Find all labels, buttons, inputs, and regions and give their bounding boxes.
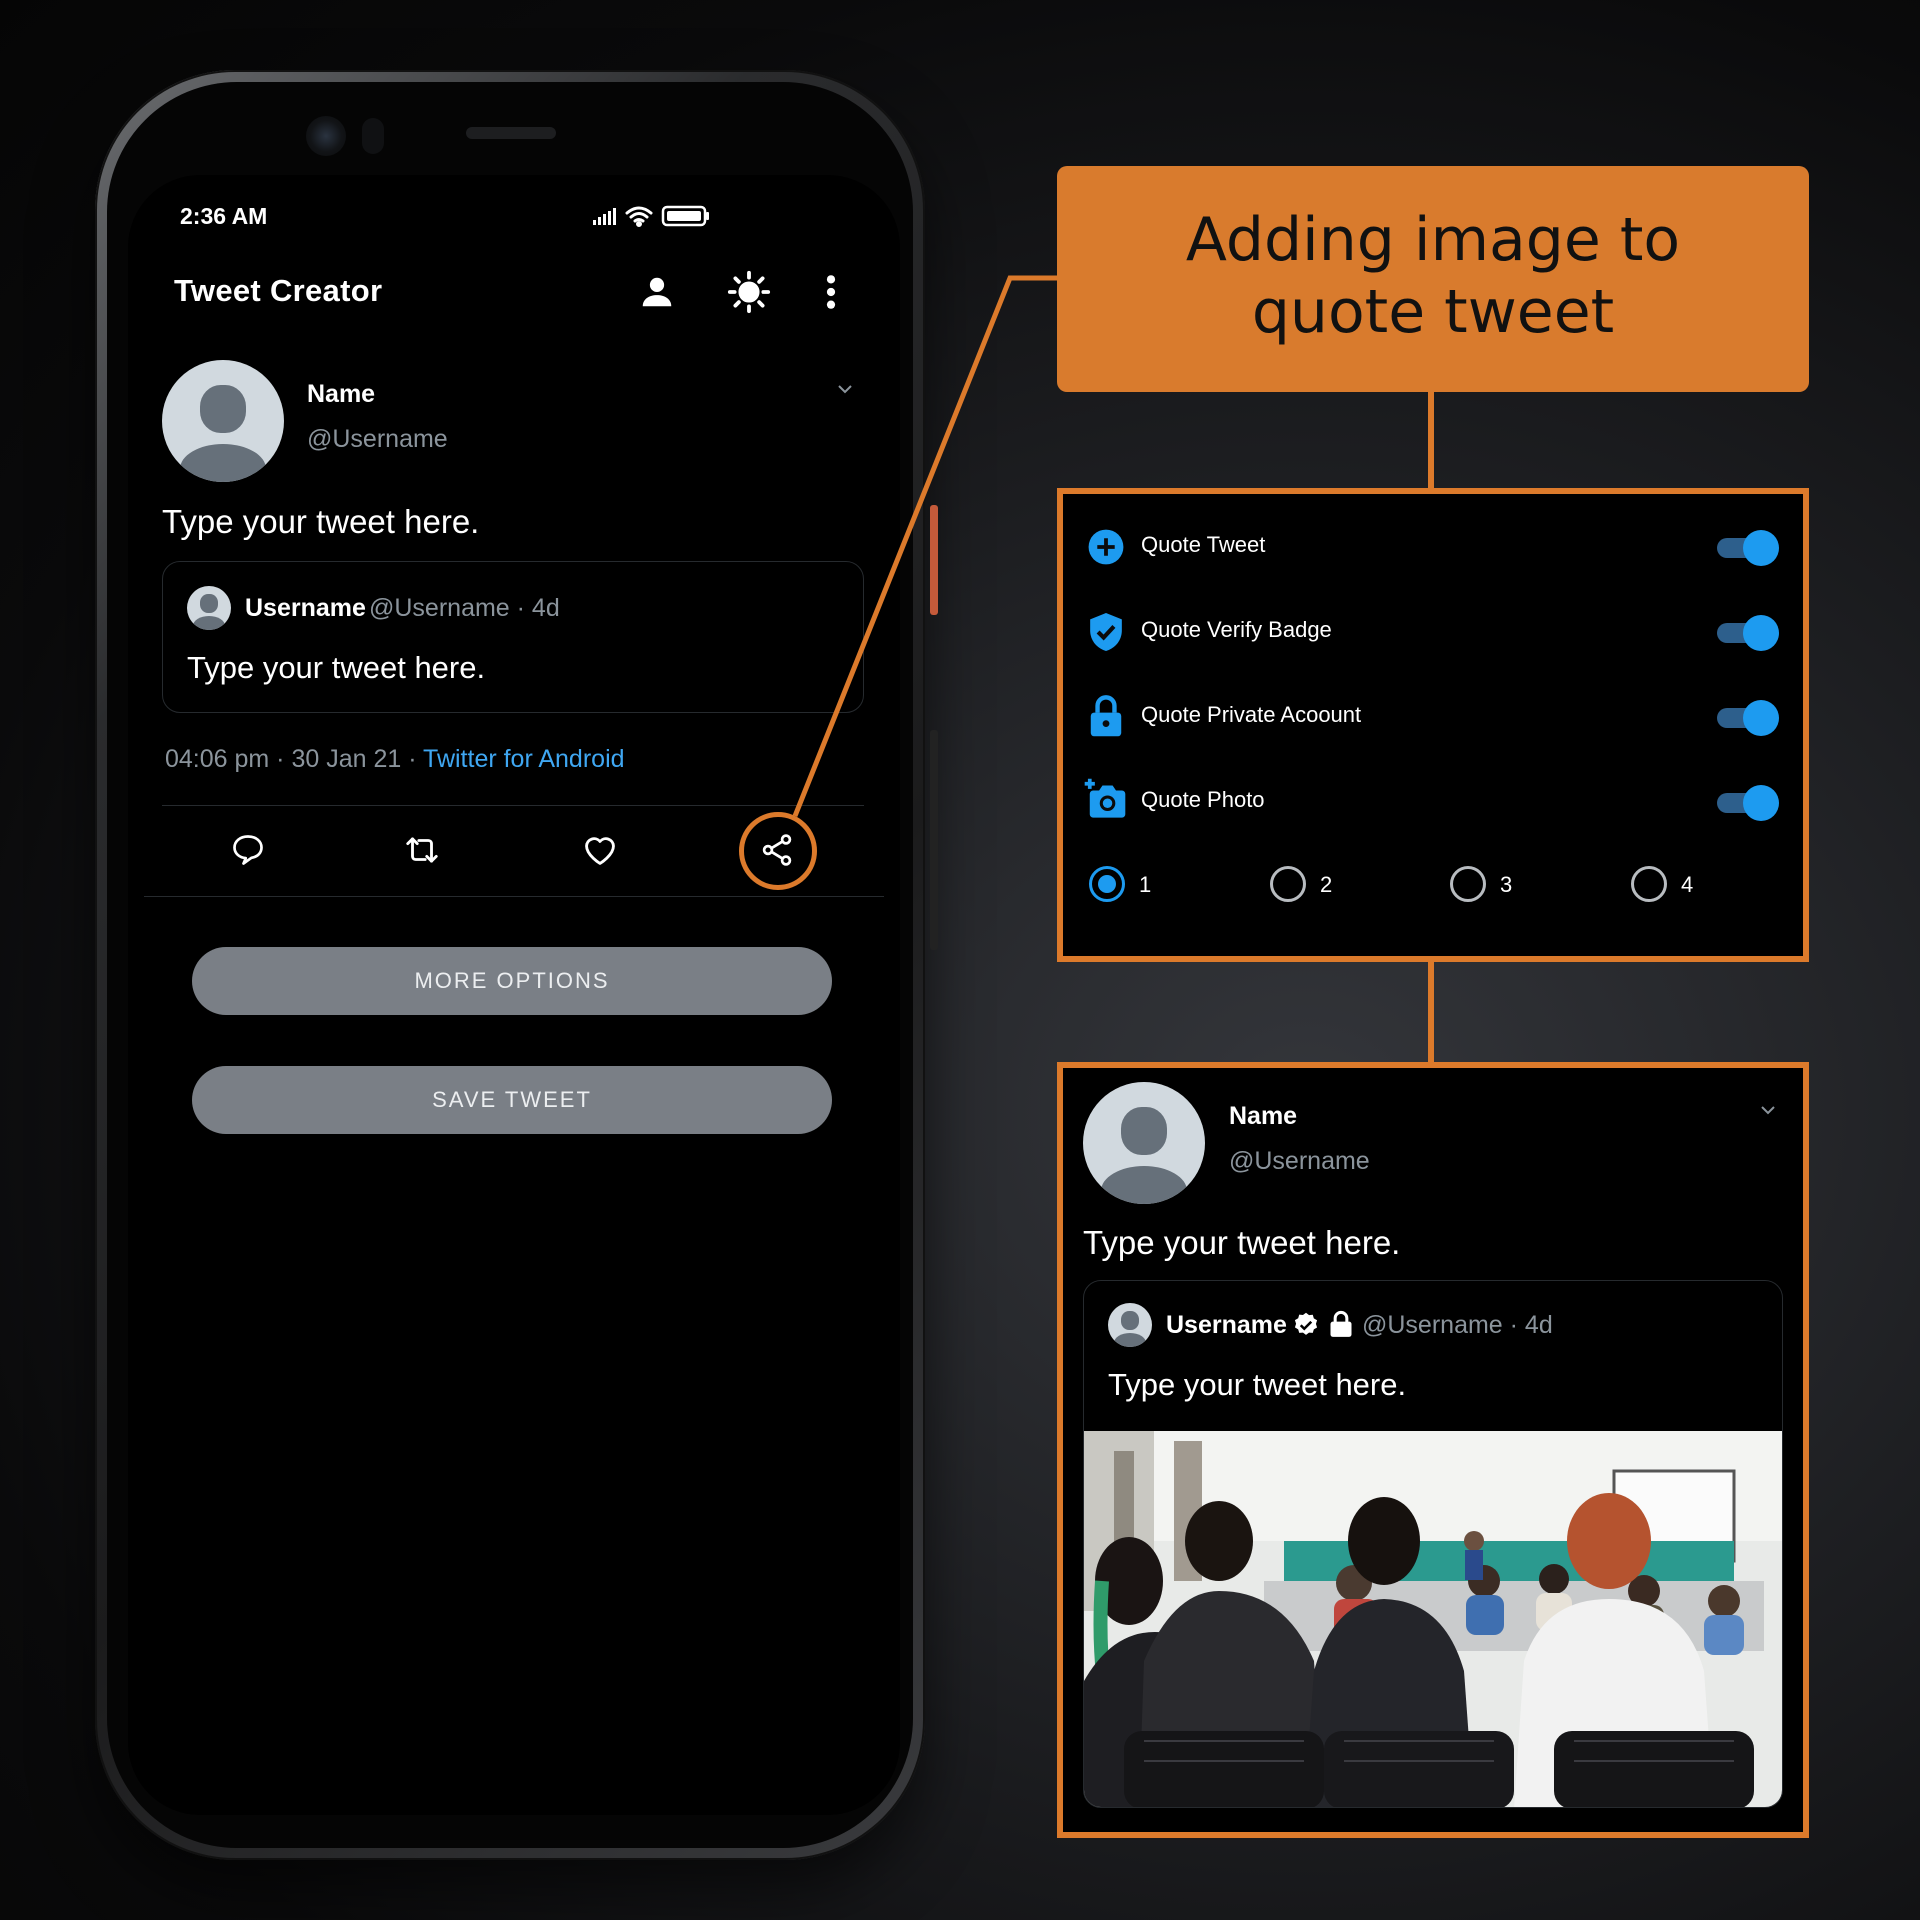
volume-button <box>930 730 938 950</box>
preview-handle: @Username <box>1229 1147 1370 1175</box>
power-button <box>930 505 938 615</box>
save-tweet-button[interactable]: SAVE TWEET <box>192 1066 832 1134</box>
reply-icon[interactable] <box>230 832 266 868</box>
photo-count-radio-3[interactable] <box>1450 866 1486 902</box>
quote-username: Username <box>1166 1311 1287 1339</box>
app-title: Tweet Creator <box>174 273 383 308</box>
quote-verify-badge-toggle[interactable] <box>1717 615 1779 651</box>
option-quote-verify-badge[interactable]: Quote Verify Badge <box>1063 601 1803 661</box>
lock-icon <box>1330 1310 1352 1337</box>
preview-avatar <box>1083 1082 1205 1204</box>
phone-screen: 2:36 AM Tweet Creator Name @Username Typ… <box>128 175 900 1815</box>
earpiece-speaker <box>466 127 556 139</box>
option-label: Quote Tweet <box>1141 532 1266 557</box>
sensor <box>362 118 384 154</box>
quote-handle-time: @Username · 4d <box>369 594 560 622</box>
battery-icon <box>661 205 709 227</box>
option-label: Quote Verify Badge <box>1141 617 1332 642</box>
quote-photo-toggle[interactable] <box>1717 785 1779 821</box>
tweet-meta: 04:06 pm · 30 Jan 21 · Twitter for Andro… <box>165 745 625 774</box>
preview-name: Name <box>1229 1102 1298 1130</box>
tweet-name[interactable]: Name <box>307 380 375 409</box>
verified-badge-icon <box>1294 1312 1318 1335</box>
chevron-down-icon[interactable] <box>836 383 854 395</box>
verified-shield-icon <box>1090 613 1122 651</box>
photo-count-radio-4[interactable] <box>1631 866 1667 902</box>
front-camera <box>306 116 346 156</box>
callout-line-1: Adding image to <box>1185 205 1681 275</box>
quote-options-panel: Quote Tweet Quote Verify Badge Quote Pri… <box>1057 488 1809 962</box>
lock-icon <box>1090 695 1122 737</box>
divider <box>144 896 884 897</box>
photo-count-radio-2[interactable] <box>1270 866 1306 902</box>
photo-count-radio-1[interactable] <box>1089 866 1125 902</box>
status-icons <box>593 205 709 227</box>
tweet-handle[interactable]: @Username <box>307 425 448 454</box>
quoted-tweet[interactable]: Username @Username · 4d Type your tweet … <box>162 561 864 713</box>
callout-title: Adding image to quote tweet <box>1057 166 1809 392</box>
plus-circle-icon <box>1088 529 1124 565</box>
tweet-text[interactable]: Type your tweet here. <box>162 503 479 541</box>
quote-private-account-toggle[interactable] <box>1717 700 1779 736</box>
radio-label: 4 <box>1681 872 1694 897</box>
quote-handle-time: @Username · 4d <box>1362 1311 1553 1339</box>
quote-avatar <box>187 586 231 630</box>
divider <box>162 805 864 806</box>
share-highlight-ring <box>739 812 817 890</box>
preview-tweet-text: Type your tweet here. <box>1083 1224 1401 1261</box>
chevron-down-icon <box>1761 1106 1775 1115</box>
more-vert-icon[interactable] <box>824 273 838 311</box>
quote-username: Username <box>245 594 366 622</box>
option-quote-photo[interactable]: Quote Photo <box>1063 771 1803 831</box>
option-quote-private-account[interactable]: Quote Private Acoount <box>1063 686 1803 746</box>
wifi-icon <box>625 206 653 227</box>
add-photo-icon <box>1084 778 1126 818</box>
quote-text: Type your tweet here. <box>187 650 486 685</box>
signal-icon <box>593 208 616 225</box>
option-label: Quote Private Acoount <box>1141 702 1362 727</box>
tweet-source-link[interactable]: Twitter for Android <box>423 745 624 773</box>
quote-avatar <box>1108 1303 1152 1347</box>
radio-label: 2 <box>1320 872 1333 897</box>
preview-quoted-tweet: Username @Username · 4d Type your tweet … <box>1083 1280 1783 1808</box>
like-icon[interactable] <box>581 831 619 869</box>
status-time: 2:36 AM <box>180 203 268 229</box>
quote-photo-image <box>1084 1431 1782 1807</box>
option-quote-tweet[interactable]: Quote Tweet <box>1063 516 1803 576</box>
retweet-icon[interactable] <box>402 831 442 869</box>
radio-label: 1 <box>1139 872 1152 897</box>
quote-tweet-toggle[interactable] <box>1717 530 1779 566</box>
option-label: Quote Photo <box>1141 787 1265 812</box>
more-options-button[interactable]: MORE OPTIONS <box>192 947 832 1015</box>
avatar <box>162 360 284 482</box>
brightness-icon[interactable] <box>726 269 772 315</box>
tweet-preview-panel: Name @Username Type your tweet here. Use… <box>1057 1062 1809 1838</box>
tweet-timestamp: 04:06 pm · 30 Jan 21 · <box>165 745 424 773</box>
quote-text: Type your tweet here. <box>1108 1367 1407 1402</box>
profile-icon[interactable] <box>638 273 676 311</box>
callout-line-2: quote tweet <box>1251 277 1615 347</box>
radio-label: 3 <box>1500 872 1513 897</box>
